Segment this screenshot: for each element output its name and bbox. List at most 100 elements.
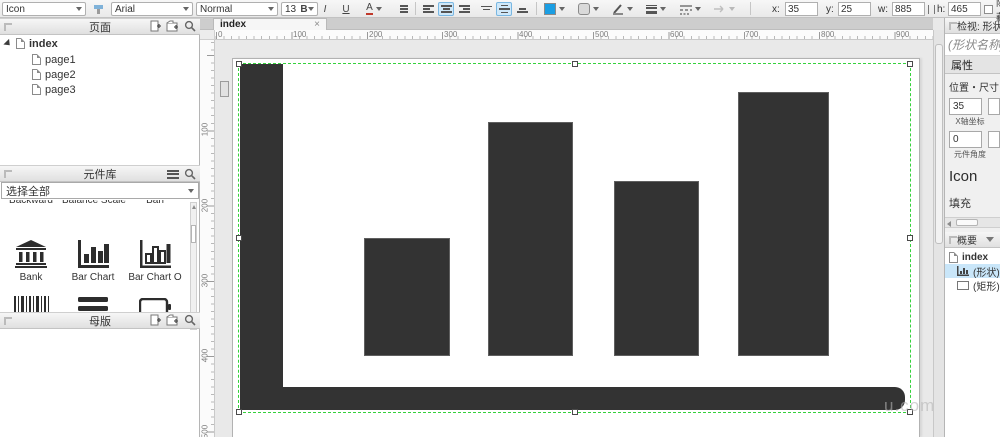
scrollbar-thumb[interactable] [191,225,196,243]
bold-button[interactable]: B [296,2,312,16]
search-icon[interactable] [184,20,196,32]
widget-style-select[interactable]: Icon [2,2,86,16]
format-painter-icon [93,4,104,15]
library-scrollbar[interactable] [190,202,197,330]
inspector-angle-input-2[interactable] [988,131,1000,148]
shape-name-placeholder: (形状名称) [948,36,1000,53]
chevron-down-icon [660,7,666,11]
add-folder-icon[interactable] [166,20,179,32]
page-canvas[interactable] [232,58,920,437]
h-value: 465 [951,4,968,15]
h-input[interactable]: 465 [948,2,981,16]
align-bottom-button[interactable] [514,2,530,16]
tab-close-icon[interactable]: × [314,19,320,30]
inspector-title: 检视: 形状 [957,18,1000,33]
ruler-corner [200,30,215,40]
ruler-label: 400 [519,30,532,39]
add-folder-icon[interactable] [166,314,179,326]
wh-link-icon[interactable] [928,5,935,14]
search-icon[interactable] [184,314,196,326]
align-left-button[interactable] [420,2,436,16]
mini-rect-icon [957,281,969,290]
font-family-select[interactable]: Arial [111,2,193,16]
font-color-button[interactable]: A [360,2,388,16]
menu-icon[interactable] [167,168,179,180]
shape-name-input[interactable]: (形状名称) [945,34,1000,56]
scrollbar-thumb[interactable] [935,44,943,244]
underline-button[interactable]: U [338,2,354,16]
outline-item-rect[interactable]: (矩形) [945,278,1000,292]
font-weight-select[interactable]: Normal [196,2,278,16]
library-item-clipped[interactable]: Balance Scale [62,200,124,206]
line-style-button[interactable] [677,2,703,16]
align-left-icon [423,4,434,15]
library-item-clipped[interactable]: Ban [124,200,186,206]
add-page-icon[interactable] [150,314,161,326]
bullet-list-icon [397,4,408,15]
collapse-panel-icon[interactable] [4,170,12,178]
add-page-icon[interactable] [150,20,161,32]
page-tree-item-page2[interactable]: page2 [32,67,76,82]
inspector-y-input[interactable] [988,98,1000,115]
expander-icon[interactable] [3,39,12,48]
page-tree-item-page1[interactable]: page1 [32,52,76,67]
inspector-x-input[interactable]: 35 [949,98,982,115]
fill-color-swatch-icon [544,3,556,15]
position-size-section-label: 位置・尺寸 [945,74,1000,94]
widget-style-value: Icon [6,4,25,15]
page-tree-item-index[interactable]: index [4,36,58,51]
inspector-header: 检视: 形状 [945,18,1000,34]
y-input[interactable]: 25 [838,2,871,16]
line-width-button[interactable] [643,2,669,16]
format-painter-button[interactable] [90,2,107,16]
w-input[interactable]: 885 [892,2,925,16]
ruler-label: 0 [218,30,222,39]
hide-checkbox[interactable] [984,5,993,14]
scroll-up-icon[interactable] [192,205,196,209]
line-color-button[interactable] [609,2,635,16]
canvas-vertical-scrollbar[interactable] [933,30,944,437]
collapse-panel-icon[interactable] [4,317,12,325]
library-item-bar-chart[interactable]: Bar Chart [62,240,124,283]
italic-button[interactable]: I [317,2,333,16]
collapse-panel-icon[interactable] [949,236,957,244]
hide-label: 隐藏 [996,2,1000,16]
page-tree-item-page3[interactable]: page3 [32,82,76,97]
filter-icon[interactable] [986,237,994,242]
x-value: 35 [788,4,799,15]
library-item-bar-chart-o[interactable]: Bar Chart O [124,240,186,283]
page-label: page3 [45,84,76,96]
arrow-style-button[interactable] [711,2,737,16]
library-filter-value: 选择全部 [6,183,50,199]
fill-color-button[interactable] [541,2,567,16]
x-label: x: [772,2,780,16]
outline-item-label: (矩形) [973,278,1000,293]
collapse-panel-icon[interactable] [4,23,12,31]
h-label: h: [937,2,945,16]
collapse-panel-icon[interactable] [949,22,957,30]
w-value: 885 [895,4,912,15]
scroll-left-icon[interactable] [947,221,951,227]
inspector-horizontal-scrollbar[interactable] [945,217,1000,228]
align-top-button[interactable] [478,2,494,16]
library-item-clipped[interactable]: Backward [0,200,62,206]
library-item-bank[interactable]: Bank [0,240,62,283]
scrollbar-thumb[interactable] [956,219,978,226]
align-center-button[interactable] [438,2,454,16]
inspector-angle-input[interactable]: 0 [949,131,982,148]
tab-properties[interactable]: 属性 [951,57,973,73]
bullet-list-button[interactable] [394,2,410,16]
outline-item-index[interactable]: index [945,250,1000,264]
canvas-edge-handle[interactable] [220,81,229,97]
align-middle-button[interactable] [496,2,512,16]
x-input[interactable]: 35 [785,2,818,16]
ruler-label: 500 [201,422,210,437]
align-right-button[interactable] [456,2,472,16]
outline-item-shape[interactable]: (形状) [945,264,1000,278]
ruler-label: 400 [201,346,210,366]
search-icon[interactable] [184,168,196,180]
align-middle-icon [499,3,510,16]
library-filter-select[interactable]: 选择全部 [1,182,199,199]
shadow-button[interactable] [575,2,601,16]
tab-index[interactable]: index × [213,18,327,30]
